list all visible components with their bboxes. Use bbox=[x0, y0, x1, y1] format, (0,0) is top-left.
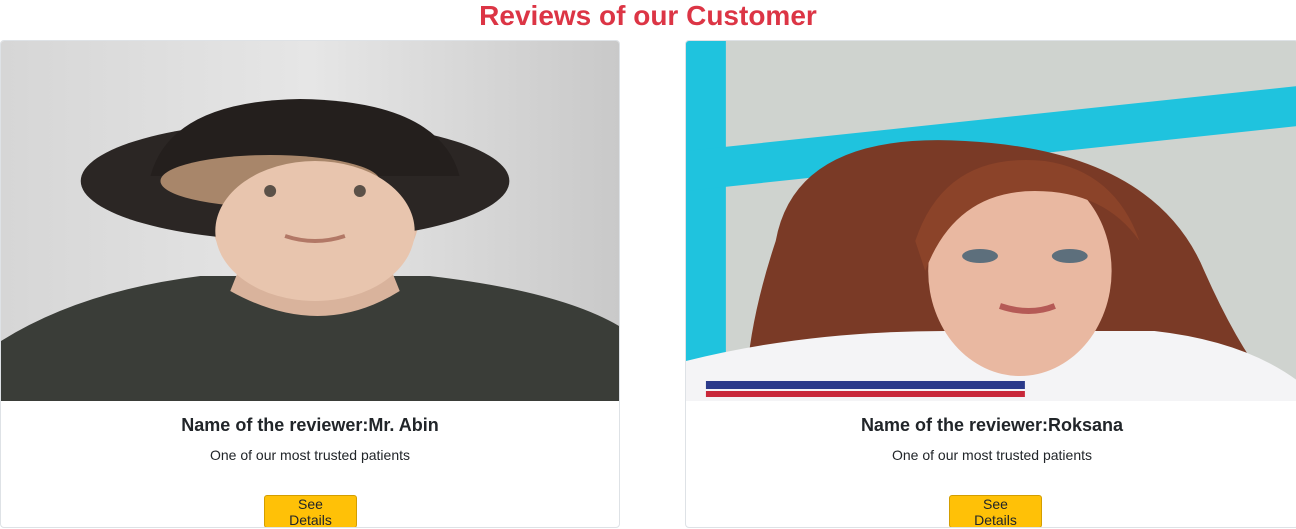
reviewer-photo-woman bbox=[686, 41, 1296, 401]
see-details-button[interactable]: See Details bbox=[264, 495, 357, 527]
reviewer-name: Name of the reviewer:Roksana bbox=[860, 415, 1124, 435]
reviewer-photo-man bbox=[1, 41, 619, 401]
review-card-abin: Name of the reviewer:Mr. Abin One of our… bbox=[0, 40, 620, 528]
reviewer-photo bbox=[1, 41, 619, 401]
reviewer-name: Name of the reviewer:Mr. Abin bbox=[181, 415, 439, 435]
see-details-button[interactable]: See Details bbox=[949, 495, 1042, 527]
review-card-roksana: Name of the reviewer:Roksana One of our … bbox=[685, 40, 1296, 528]
review-description: One of our most trusted patients bbox=[210, 447, 410, 463]
review-description: One of our most trusted patients bbox=[892, 447, 1092, 463]
section-title: Reviews of our Customer bbox=[479, 0, 817, 31]
reviewer-photo bbox=[686, 41, 1296, 401]
